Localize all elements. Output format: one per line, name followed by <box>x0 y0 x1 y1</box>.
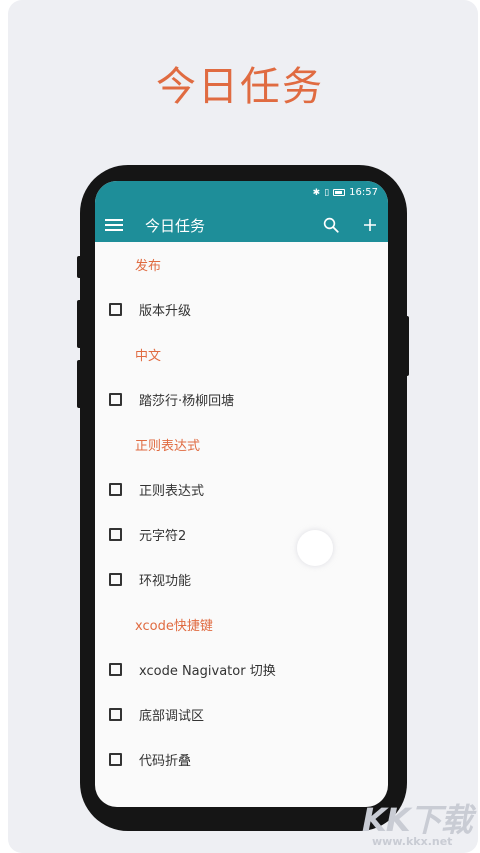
task-label: 环视功能 <box>139 574 192 589</box>
watermark-logo: KK下载 www.kkx.net <box>362 795 478 851</box>
watermark-url: www.kkx.net <box>372 835 453 848</box>
task-checkbox[interactable] <box>109 393 122 406</box>
section-header: 发布 <box>135 259 162 274</box>
touch-indicator <box>297 530 333 566</box>
task-checkbox[interactable] <box>109 483 122 496</box>
task-item[interactable]: 环视功能 <box>95 557 388 602</box>
plus-icon[interactable] <box>362 217 378 233</box>
battery-icon <box>333 189 346 196</box>
section-header: 正则表达式 <box>135 439 201 454</box>
promo-title: 今日任务 <box>156 64 324 110</box>
task-label: xcode Nagivator 切换 <box>139 664 276 679</box>
task-list: 发布 版本升级 中文 踏莎行·杨柳回塘 正则表达式 正则表达式 元字符2 环视功能 xcode快… <box>95 242 388 782</box>
task-label: 正则表达式 <box>139 484 205 499</box>
task-checkbox[interactable] <box>109 573 122 586</box>
search-icon[interactable] <box>322 216 340 234</box>
vibrate-icon: ▯ <box>324 187 330 198</box>
section-header: xcode快捷键 <box>135 619 213 634</box>
app-bar: ✱ ▯ 16:57 今日任务 <box>95 181 388 242</box>
hamburger-menu-icon[interactable] <box>105 218 123 232</box>
task-checkbox[interactable] <box>109 528 122 541</box>
task-label: 代码折叠 <box>139 754 192 769</box>
task-item[interactable]: 版本升级 <box>95 287 388 332</box>
task-label: 底部调试区 <box>139 709 205 724</box>
task-checkbox[interactable] <box>109 753 122 766</box>
toolbar-title: 今日任务 <box>145 216 206 235</box>
task-item[interactable]: 正则表达式 <box>95 467 388 512</box>
toolbar: 今日任务 <box>95 209 388 241</box>
task-label: 踏莎行·杨柳回塘 <box>139 394 235 409</box>
status-bar: ✱ ▯ 16:57 <box>313 187 378 198</box>
task-item[interactable]: 底部调试区 <box>95 692 388 737</box>
task-item[interactable]: 元字符2 <box>95 512 388 557</box>
task-label: 元字符2 <box>139 529 187 544</box>
task-checkbox[interactable] <box>109 303 122 316</box>
bluetooth-icon: ✱ <box>312 187 321 198</box>
task-item[interactable]: 踏莎行·杨柳回塘 <box>95 377 388 422</box>
task-label: 版本升级 <box>139 304 192 319</box>
task-checkbox[interactable] <box>109 708 122 721</box>
section-header: 中文 <box>135 349 162 364</box>
status-time: 16:57 <box>349 187 378 198</box>
task-item[interactable]: 代码折叠 <box>95 737 388 782</box>
task-checkbox[interactable] <box>109 663 122 676</box>
task-item[interactable]: xcode Nagivator 切换 <box>95 647 388 692</box>
phone-screen: ✱ ▯ 16:57 今日任务 发布 版本升级 中文 踏莎行·杨柳回塘 正则表达式正 <box>95 181 388 807</box>
